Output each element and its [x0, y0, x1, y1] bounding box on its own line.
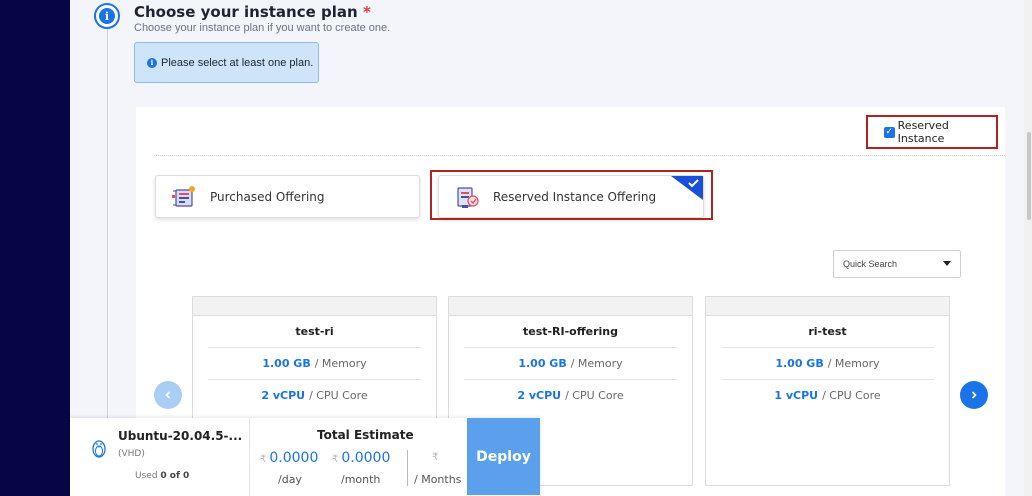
plan-cpu-unit: / CPU Core [822, 389, 881, 402]
carousel-next-button[interactable] [960, 381, 988, 409]
divider [156, 155, 1005, 156]
image-type: (VHD) [118, 449, 145, 459]
quick-search-placeholder: Quick Search [843, 259, 898, 269]
per-month-unit: /month [341, 473, 381, 486]
plan-card-header [449, 297, 692, 316]
plan-memory-unit: / Memory [570, 357, 623, 370]
plan-cpu-unit: / CPU Core [309, 389, 368, 402]
plan-name: ri-test [808, 325, 847, 338]
per-month-value: 0.0000 [341, 450, 391, 466]
plan-memory-unit: / Memory [314, 357, 367, 370]
plan-name: test-RI-offering [522, 325, 619, 338]
plan-cpu-value: 1 vCPU [774, 389, 819, 402]
scrollbar-thumb[interactable] [1027, 132, 1031, 220]
info-icon: i [147, 57, 157, 68]
validation-notice: i Please select at least one plan. [134, 42, 319, 83]
currency-symbol: ₹ [432, 452, 439, 463]
plan-card-header [193, 297, 436, 316]
reserved-instance-filter[interactable]: ✓ Reserved Instance [866, 115, 998, 149]
purchased-offering-tab[interactable]: Purchased Offering [155, 175, 420, 218]
currency-symbol: ₹ [332, 454, 339, 465]
deploy-footer: Ubuntu-20.04.5-... (VHD) Used 0 of 0 Tot… [70, 418, 540, 496]
info-icon: i [99, 8, 115, 24]
per-day-value: 0.0000 [269, 450, 319, 466]
left-navigation [0, 0, 70, 496]
usage-prefix: Used [135, 471, 158, 481]
plan-memory-row: 1.00 GB / Memory [208, 347, 421, 379]
deploy-button[interactable]: Deploy [467, 418, 540, 495]
purchased-offering-label: Purchased Offering [210, 189, 325, 204]
step-title-text: Choose your instance plan [134, 3, 358, 21]
linux-penguin-icon [92, 440, 106, 458]
caret-down-icon [943, 261, 951, 266]
image-name: Ubuntu-20.04.5-... [118, 429, 243, 443]
selected-image-summary: Ubuntu-20.04.5-... (VHD) Used 0 of 0 [70, 418, 250, 496]
plan-cpu-value: 2 vCPU [261, 389, 306, 402]
required-mark: * [362, 3, 371, 21]
carousel-prev-button[interactable] [154, 381, 182, 409]
selected-offering-highlight [430, 170, 713, 220]
currency-symbol: ₹ [260, 454, 267, 465]
estimate-title: Total Estimate [317, 428, 414, 442]
chevron-right-icon [971, 391, 977, 399]
usage-value: 0 of 0 [160, 471, 190, 481]
plan-memory-row: 1.00 GB / Memory [721, 347, 934, 379]
quick-search-select[interactable]: Quick Search [833, 250, 961, 278]
reserved-instance-checkbox[interactable]: ✓ [884, 126, 895, 138]
plan-name: test-ri [295, 325, 334, 338]
step-subtitle: Choose your instance plan if you want to… [134, 22, 391, 34]
step-connector-line [107, 28, 108, 428]
plan-memory-value: 1.00 GB [262, 357, 311, 370]
plan-card[interactable]: ri-test 1.00 GB / Memory 1 vCPU / CPU Core [705, 296, 950, 486]
plan-memory-value: 1.00 GB [775, 357, 824, 370]
plan-cpu-unit: / CPU Core [565, 389, 624, 402]
plan-cpu-row: 1 vCPU / CPU Core [721, 379, 934, 411]
estimate-per-day: ₹0.0000 [260, 450, 318, 466]
step-indicator: i [94, 3, 120, 29]
plan-card-header [706, 297, 949, 316]
estimate-separator [407, 450, 408, 486]
total-estimate: Total Estimate ₹0.0000 ₹0.0000 /day /mon… [251, 418, 467, 496]
purchased-offering-icon [172, 185, 195, 207]
chevron-left-icon [165, 391, 171, 399]
reserved-instance-label: Reserved Instance [897, 119, 949, 145]
plan-cpu-row: 2 vCPU / CPU Core [208, 379, 421, 411]
page-scrollbar[interactable] [1024, 0, 1032, 496]
per-day-unit: /day [278, 473, 302, 486]
usage-count: Used 0 of 0 [135, 471, 189, 481]
plan-memory-unit: / Memory [827, 357, 880, 370]
plan-cpu-row: 2 vCPU / CPU Core [464, 379, 677, 411]
notice-text: Please select at least one plan. [161, 56, 314, 69]
plan-memory-row: 1.00 GB / Memory [464, 347, 677, 379]
months-unit: / Months [414, 473, 462, 486]
estimate-per-month: ₹0.0000 [332, 450, 390, 466]
plan-cpu-value: 2 vCPU [517, 389, 562, 402]
plan-memory-value: 1.00 GB [518, 357, 567, 370]
step-title: Choose your instance plan * [134, 3, 371, 21]
